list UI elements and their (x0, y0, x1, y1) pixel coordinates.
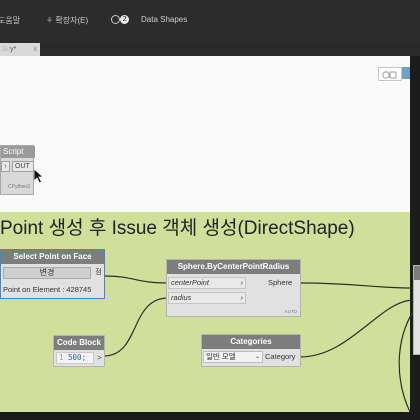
category-output-port[interactable]: Category (265, 351, 300, 363)
radius-label: radius (171, 293, 192, 302)
center-point-input[interactable]: centerPoint › (168, 277, 246, 289)
categories-title: Categories (202, 335, 300, 349)
wire-extra-1 (398, 309, 415, 413)
change-button[interactable]: 변경 (3, 267, 91, 279)
sphere-node[interactable]: Sphere.ByCenterPointRadius centerPoint ›… (166, 259, 301, 317)
chevron-right-icon: › (240, 278, 244, 287)
wire-point-to-center (103, 275, 169, 284)
code-text: 500; (68, 353, 87, 362)
chevron-down-icon: ⌄ (254, 354, 260, 360)
select-point-title: Select Point on Face (1, 250, 104, 264)
wire-category-out (299, 299, 415, 358)
code-block-title: Code Block (54, 336, 104, 350)
sphere-title: Sphere.ByCenterPointRadius (167, 260, 300, 274)
code-block-node[interactable]: Code Block 1 500; > (53, 335, 105, 367)
point-info: Point on Element : 428745 (3, 285, 92, 294)
radius-input[interactable]: radius › (168, 292, 246, 304)
categories-node[interactable]: Categories 일반 모델 ⌄ Category (201, 334, 301, 367)
point-output-port[interactable]: 점 (93, 267, 104, 279)
window-bottom-edge (0, 412, 420, 420)
wire-sphere-out (299, 282, 415, 289)
category-dropdown[interactable]: 일반 모델 ⌄ (203, 351, 263, 363)
category-selected: 일반 모델 (206, 352, 236, 361)
code-output-port[interactable]: > (95, 352, 104, 364)
partial-node-header (414, 266, 420, 280)
code-line-number: 1 (59, 353, 64, 362)
directshape-node-partial[interactable] (413, 265, 420, 355)
sphere-output-port[interactable]: Sphere (268, 277, 300, 289)
wire-code-to-radius (103, 297, 169, 357)
code-editor[interactable]: 1 500; (56, 352, 94, 364)
center-point-label: centerPoint (171, 278, 209, 287)
lacing-label: AUTO (284, 309, 297, 314)
select-point-node[interactable]: Select Point on Face 변경 점 Point on Eleme… (0, 249, 105, 299)
chevron-right-icon: › (240, 293, 244, 302)
